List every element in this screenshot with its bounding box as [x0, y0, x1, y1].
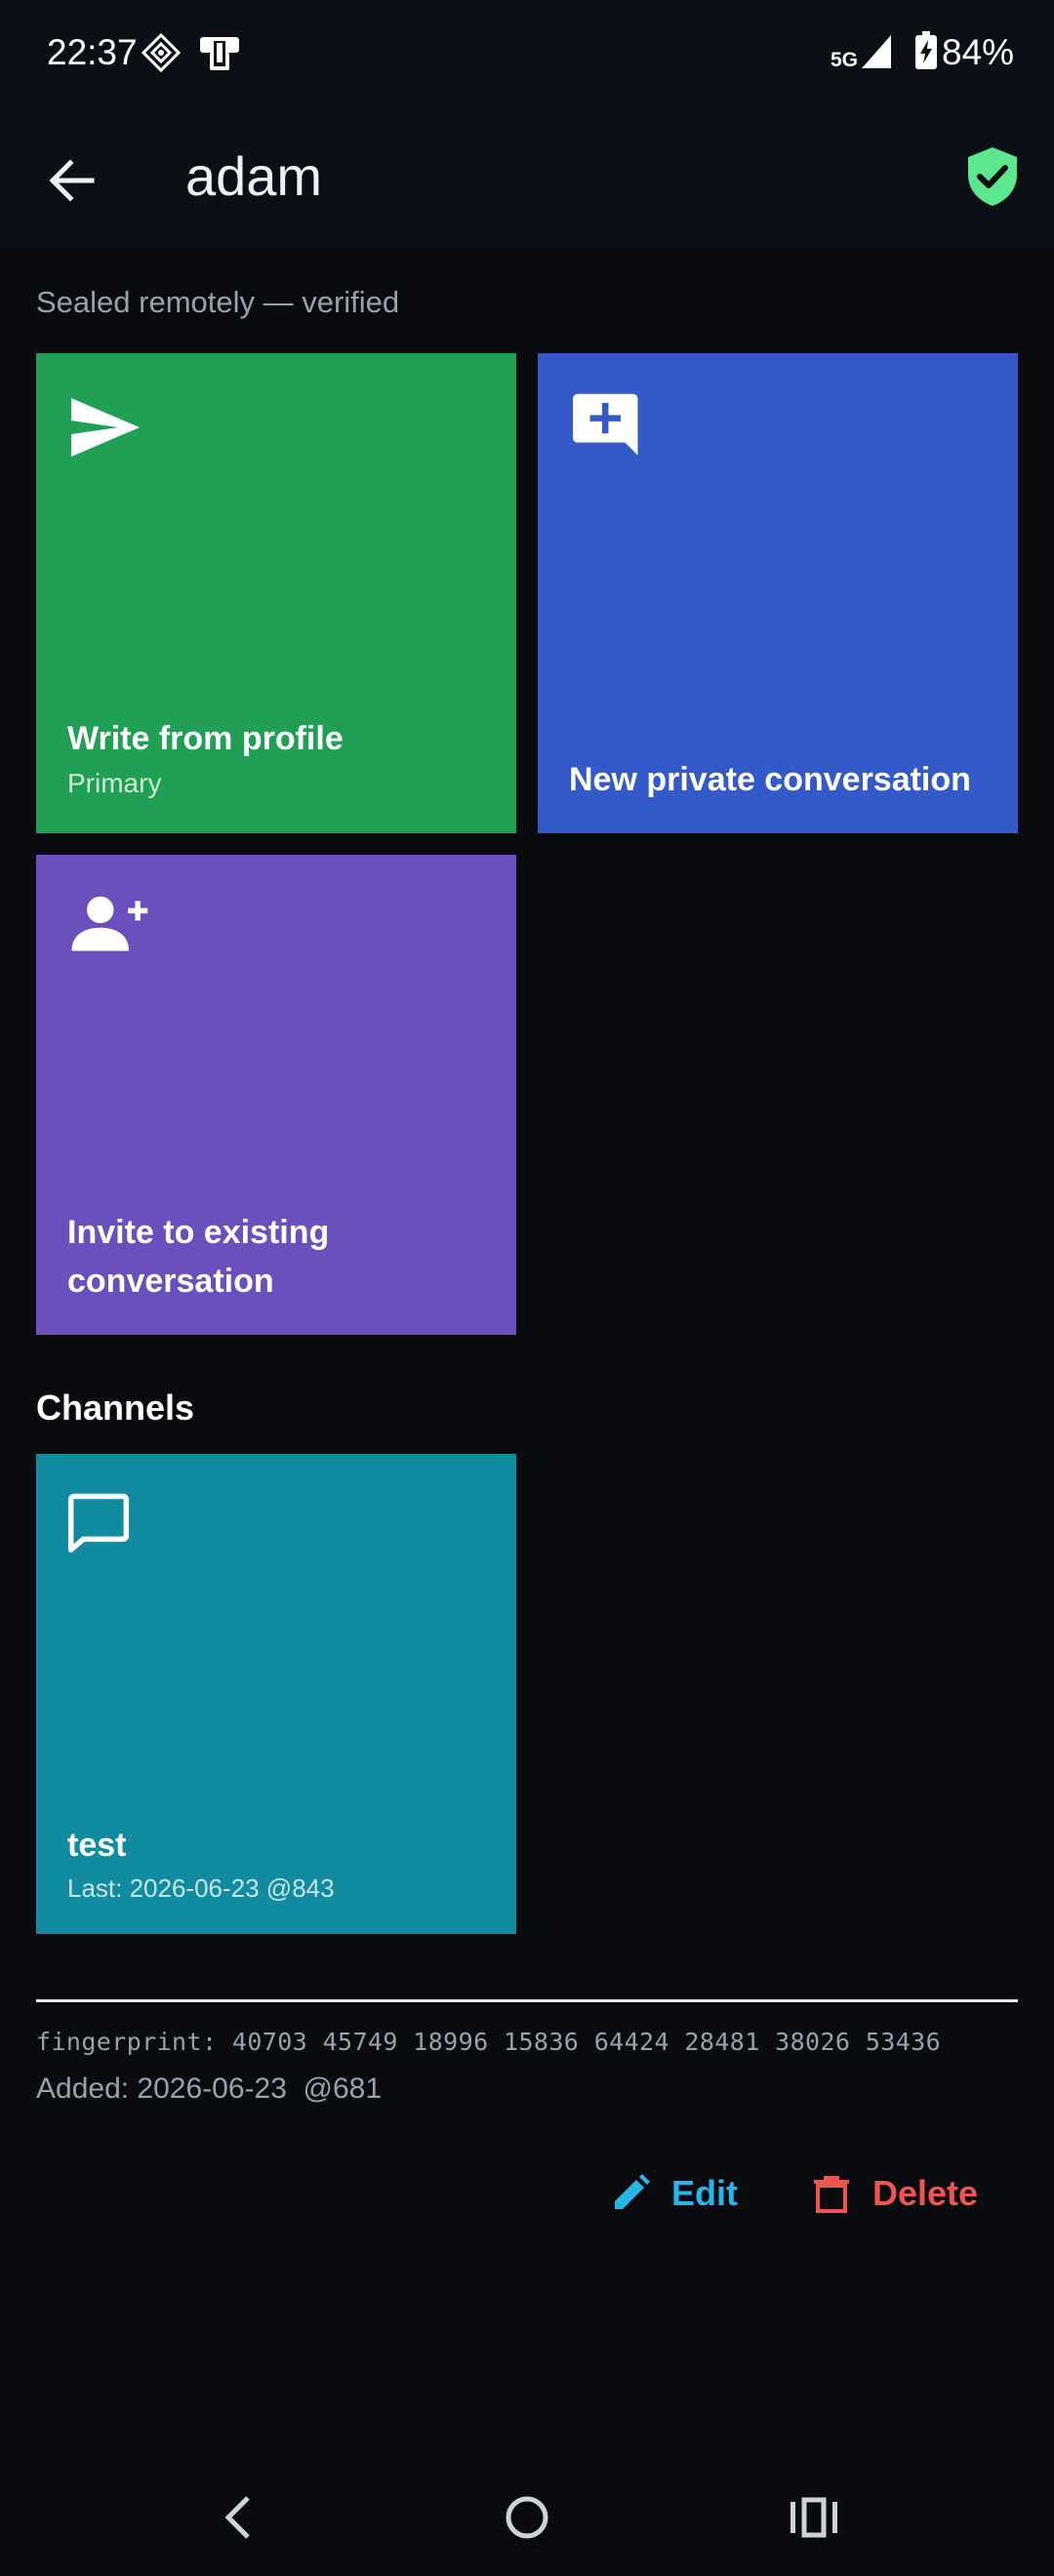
added-date: Added: 2026-06-23 @681	[36, 2073, 383, 2105]
nav-back-icon[interactable]	[209, 2488, 267, 2547]
invite-to-conversation-tile[interactable]: Invite to existing conversation	[36, 855, 516, 1335]
fingerprint-text: fingerprint: 40703 45749 18996 15836 644…	[36, 2028, 942, 2056]
send-icon	[71, 398, 140, 457]
channel-name: test	[67, 1827, 127, 1864]
trash-icon	[814, 2176, 849, 2213]
tile-label: Invite to existing conversation	[67, 1214, 330, 1300]
channels-heading: Channels	[36, 1388, 195, 1428]
delete-label: Delete	[872, 2173, 979, 2213]
channel-tile[interactable]: test Last: 2026-06-23 @843	[36, 1454, 516, 1934]
status-bar: 22:37 5G 84%	[0, 0, 1054, 105]
app-bar: adam	[0, 105, 1054, 248]
delete-button[interactable]: Delete	[810, 2164, 978, 2223]
network-type: 5G	[831, 49, 859, 71]
divider	[36, 1999, 1018, 2002]
verified-shield-icon[interactable]	[960, 144, 1025, 209]
back-arrow-icon[interactable]	[43, 151, 101, 210]
nfc-reader-icon	[200, 37, 239, 70]
location-diamond-icon	[142, 33, 181, 72]
tile-label: Write from profile	[67, 720, 344, 757]
pencil-icon	[615, 2174, 650, 2209]
edit-button[interactable]: Edit	[609, 2164, 738, 2223]
new-private-conversation-tile[interactable]: New private conversation	[538, 353, 1018, 833]
edit-label: Edit	[671, 2173, 738, 2213]
nav-recents-icon[interactable]	[785, 2488, 843, 2547]
channel-last-activity: Last: 2026-06-23 @843	[67, 1873, 335, 1903]
add-comment-icon	[573, 393, 638, 456]
chat-bubble-outline-icon	[67, 1493, 130, 1553]
verification-status: Sealed remotely — verified	[36, 285, 400, 319]
status-time: 22:37	[47, 32, 138, 72]
write-from-profile-tile[interactable]: Write from profile Primary	[36, 353, 516, 833]
battery-charging-icon	[915, 31, 937, 69]
system-nav-bar	[0, 2459, 1054, 2576]
signal-icon	[862, 35, 891, 68]
tile-sublabel: Primary	[67, 768, 162, 798]
person-add-icon	[71, 896, 148, 951]
tile-label: New private conversation	[569, 761, 971, 798]
nav-home-icon[interactable]	[498, 2488, 556, 2547]
contact-name: adam	[185, 145, 323, 207]
battery-percent: 84%	[942, 32, 1015, 72]
